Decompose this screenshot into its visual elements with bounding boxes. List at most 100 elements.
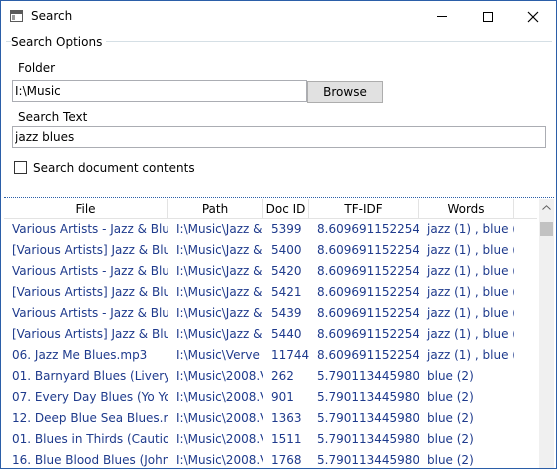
search-text-input[interactable] [12, 126, 546, 148]
cell-words: blue (2) [427, 453, 474, 467]
cell-file: 06. Jazz Me Blues.mp3 [12, 348, 148, 362]
cell-words: blue (2) [427, 369, 474, 383]
cell-doc-id: 262 [271, 369, 294, 383]
column-header-doc-id[interactable]: Doc ID [263, 199, 309, 219]
grid-header: File Path Doc ID TF-IDF Words [4, 199, 537, 219]
column-header-file[interactable]: File [4, 199, 168, 219]
folder-label: Folder [18, 61, 56, 75]
cell-file: [Various Artists] Jazz & Blue [12, 327, 168, 341]
cell-path: I:\Music\2008.VA [176, 390, 263, 404]
scrollbar-thumb[interactable] [540, 222, 553, 236]
cell-file: 01. Barnyard Blues (Livery St [12, 369, 168, 383]
table-row[interactable]: [Various Artists] Jazz & Blue I:\Music\Ja… [4, 240, 537, 261]
close-icon [527, 11, 539, 22]
column-header-tfidf[interactable]: TF-IDF [309, 199, 419, 219]
results-grid[interactable]: File Path Doc ID TF-IDF Words Various Ar… [4, 197, 554, 468]
cell-file: [Various Artists] Jazz & Blue [12, 243, 168, 257]
cell-tfidf: 8.60969115225426 [317, 264, 419, 278]
column-header-path[interactable]: Path [168, 199, 263, 219]
cell-path: I:\Music\2008.VA [176, 411, 263, 425]
cell-doc-id: 5440 [271, 327, 302, 341]
window-title: Search [31, 9, 73, 23]
cell-file: 07. Every Day Blues (Yo Yo B [12, 390, 168, 404]
cell-doc-id: 11744 [271, 348, 309, 362]
folder-input[interactable] [12, 80, 307, 102]
table-row[interactable]: 01. Blues in Thirds (Caution I:\Music\200… [4, 429, 537, 450]
cell-tfidf: 8.60969115225426 [317, 348, 419, 362]
table-row[interactable]: 01. Barnyard Blues (Livery St I:\Music\20… [4, 366, 537, 387]
column-header-words[interactable]: Words [419, 199, 514, 219]
cell-doc-id: 5400 [271, 243, 302, 257]
table-row[interactable]: [Various Artists] Jazz & Blue I:\Music\Ja… [4, 282, 537, 303]
cell-words: blue (2) [427, 390, 474, 404]
search-contents-checkbox[interactable] [14, 161, 27, 174]
cell-file: 12. Deep Blue Sea Blues.mp [12, 411, 168, 425]
cell-words: jazz (1) , blue (1) [427, 243, 514, 257]
table-row[interactable]: 12. Deep Blue Sea Blues.mp I:\Music\2008.… [4, 408, 537, 429]
cell-path: I:\Music\2008.VA [176, 432, 263, 446]
cell-doc-id: 5420 [271, 264, 302, 278]
table-row[interactable]: [Various Artists] Jazz & Blue I:\Music\Ja… [4, 324, 537, 345]
cell-file: Various Artists - Jazz & Blue [12, 222, 168, 236]
cell-file: Various Artists - Jazz & Blue [12, 306, 168, 320]
cell-words: jazz (1) , blue (1) [427, 327, 514, 341]
table-row[interactable]: 07. Every Day Blues (Yo Yo B I:\Music\200… [4, 387, 537, 408]
scroll-up-button[interactable] [539, 199, 554, 216]
maximize-icon [483, 11, 493, 22]
cell-words: jazz (1) , blue (1) [427, 285, 514, 299]
cell-tfidf: 5.79011344598098 [317, 390, 419, 404]
cell-file: Various Artists - Jazz & Blue [12, 264, 168, 278]
cell-path: I:\Music\Jazz & I [176, 306, 263, 320]
title-bar[interactable]: Search [1, 1, 556, 32]
table-row[interactable]: Various Artists - Jazz & Blue I:\Music\Ja… [4, 219, 537, 240]
cell-tfidf: 5.79011344598098 [317, 432, 419, 446]
cell-tfidf: 5.79011344598098 [317, 411, 419, 425]
cell-words: blue (2) [427, 411, 474, 425]
cell-path: I:\Music\Jazz & I [176, 285, 263, 299]
browse-button[interactable]: Browse [307, 81, 383, 103]
search-contents-label[interactable]: Search document contents [33, 161, 195, 175]
cell-doc-id: 5421 [271, 285, 302, 299]
cell-tfidf: 5.79011344598098 [317, 453, 419, 467]
cell-tfidf: 8.60969115225426 [317, 306, 419, 320]
cell-path: I:\Music\2008.VA [176, 453, 263, 467]
cell-file: [Various Artists] Jazz & Blue [12, 285, 168, 299]
cell-path: I:\Music\Verve Ja [176, 348, 263, 362]
maximize-button[interactable] [465, 1, 511, 32]
column-header-filler [514, 199, 537, 219]
search-window: Search Search Options Folder Browse Sear… [0, 0, 557, 469]
cell-file: 01. Blues in Thirds (Caution [12, 432, 168, 446]
cell-words: jazz (1) , blue (1) [427, 306, 514, 320]
search-text-label: Search Text [18, 110, 88, 124]
search-options-title: Search Options [11, 35, 107, 49]
table-row[interactable]: Various Artists - Jazz & Blue I:\Music\Ja… [4, 303, 537, 324]
table-row[interactable]: Various Artists - Jazz & Blue I:\Music\Ja… [4, 261, 537, 282]
cell-words: jazz (1) , blue (1) [427, 348, 514, 362]
close-button[interactable] [510, 1, 556, 32]
cell-tfidf: 8.60969115225426 [317, 243, 419, 257]
table-row[interactable]: 16. Blue Blood Blues (Johnsc I:\Music\200… [4, 450, 537, 468]
vertical-scrollbar[interactable] [539, 199, 554, 468]
cell-doc-id: 901 [271, 390, 294, 404]
cell-path: I:\Music\2008.VA [176, 369, 263, 383]
minimize-button[interactable] [419, 1, 465, 32]
cell-tfidf: 5.79011344598098 [317, 369, 419, 383]
table-row[interactable]: 06. Jazz Me Blues.mp3 I:\Music\Verve Ja 11… [4, 345, 537, 366]
chevron-up-icon [542, 205, 551, 210]
cell-tfidf: 8.60969115225426 [317, 222, 419, 236]
cell-doc-id: 1768 [271, 453, 302, 467]
cell-words: jazz (1) , blue (1) [427, 222, 514, 236]
cell-path: I:\Music\Jazz & I [176, 264, 263, 278]
cell-doc-id: 5399 [271, 222, 302, 236]
cell-doc-id: 5439 [271, 306, 302, 320]
app-window-icon [10, 10, 23, 22]
cell-path: I:\Music\Jazz & I [176, 243, 263, 257]
cell-doc-id: 1511 [271, 432, 302, 446]
cell-doc-id: 1363 [271, 411, 302, 425]
minimize-icon [437, 16, 447, 17]
cell-tfidf: 8.60969115225426 [317, 327, 419, 341]
cell-path: I:\Music\Jazz & I [176, 327, 263, 341]
cell-path: I:\Music\Jazz & I [176, 222, 263, 236]
cell-words: blue (2) [427, 432, 474, 446]
cell-tfidf: 8.60969115225426 [317, 285, 419, 299]
